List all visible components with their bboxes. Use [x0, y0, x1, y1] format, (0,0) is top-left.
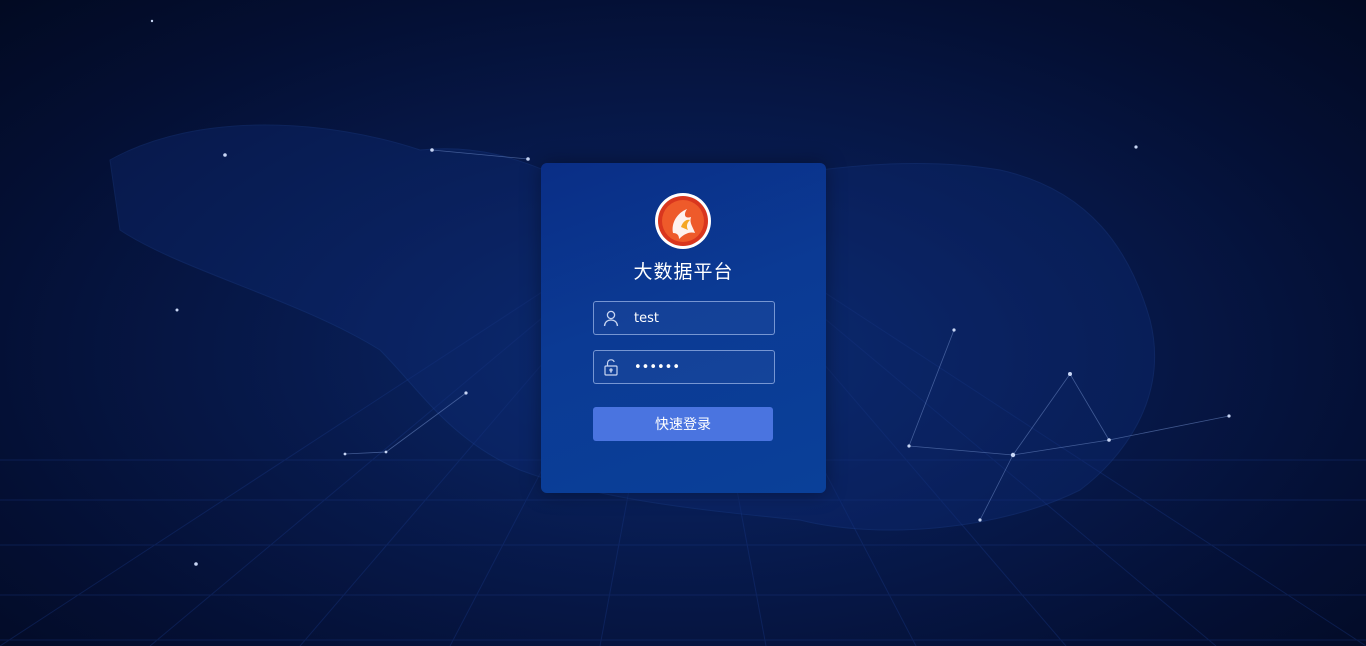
quick-login-button[interactable]: 快速登录 — [593, 407, 773, 441]
username-input[interactable] — [634, 302, 764, 334]
username-field[interactable] — [593, 301, 775, 335]
password-input[interactable] — [634, 351, 764, 383]
login-card: 大数据平台 快速登录 — [541, 163, 826, 493]
app-title: 大数据平台 — [633, 261, 734, 283]
phoenix-logo-icon — [655, 193, 711, 249]
password-field[interactable] — [593, 350, 775, 384]
lock-icon — [602, 358, 620, 376]
user-icon — [602, 309, 620, 327]
